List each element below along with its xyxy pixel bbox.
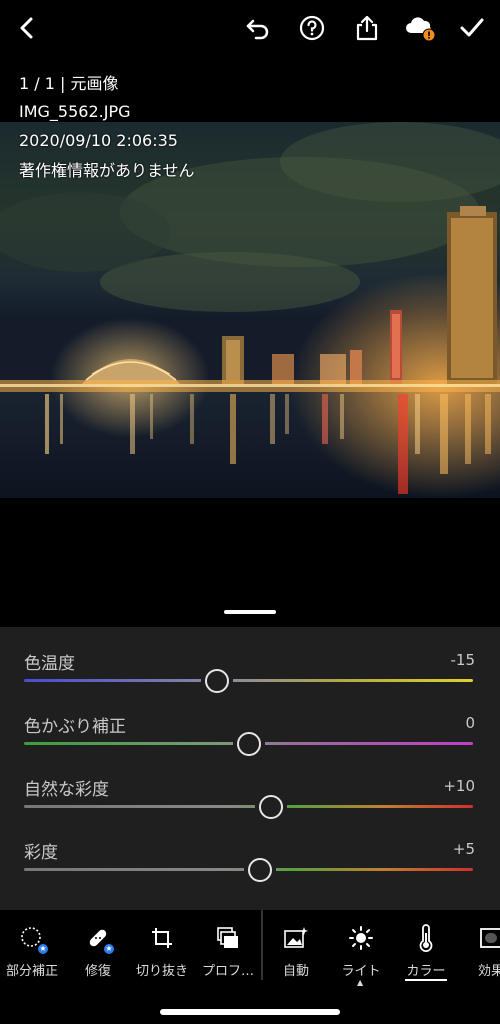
tool-label: 効果	[477, 964, 500, 979]
done-button[interactable]	[454, 10, 490, 46]
tint-slider[interactable]: 色かぶり補正 0	[0, 712, 500, 772]
chevron-left-icon	[20, 17, 33, 39]
badge-icon: ★	[37, 943, 49, 955]
slider-label: 色温度	[24, 654, 75, 674]
cloud-sync-button[interactable]	[402, 10, 438, 46]
saturation-slider[interactable]: 彩度 +5	[0, 838, 500, 898]
profiles-icon	[214, 924, 242, 952]
slider-track[interactable]	[24, 805, 473, 808]
undo-icon	[246, 19, 269, 40]
slider-label: 彩度	[24, 843, 58, 863]
tool-auto[interactable]: 自動	[261, 910, 331, 990]
slider-track[interactable]	[24, 679, 473, 682]
tool-selective-edit[interactable]: ★ 部分補正	[0, 910, 67, 990]
slider-value: +5	[452, 840, 475, 858]
photo-filename: IMG_5562.JPG	[19, 102, 131, 121]
tool-label: 修復	[84, 964, 111, 979]
cloud-sync-warning-icon	[406, 17, 436, 42]
crop-icon	[148, 924, 176, 952]
auto-image-icon	[282, 924, 310, 952]
effects-icon	[477, 924, 500, 952]
tool-label: 部分補正	[5, 964, 58, 979]
panel-drag-handle[interactable]	[224, 610, 276, 614]
slider-thumb[interactable]	[258, 795, 283, 819]
tool-crop[interactable]: 切り抜き	[127, 910, 197, 990]
tool-label: カラー	[406, 964, 446, 979]
vibrance-slider[interactable]: 自然な彩度 +10	[0, 775, 500, 835]
thermometer-icon	[412, 924, 440, 952]
home-indicator[interactable]	[160, 1009, 340, 1015]
selective-edit-icon: ★	[18, 924, 49, 955]
undo-button[interactable]	[240, 10, 276, 46]
slider-value: +10	[443, 777, 475, 795]
temperature-slider[interactable]: 色温度 -15	[0, 649, 500, 709]
copyright-info: 著作権情報がありません	[19, 161, 195, 180]
badge-icon: ★	[103, 943, 115, 955]
top-bar	[0, 0, 500, 56]
slider-thumb[interactable]	[236, 732, 261, 756]
share-button[interactable]	[349, 10, 385, 46]
color-adjust-panel: 色温度 -15 色かぶり補正 0 自然な彩度 +10 彩度 +5	[0, 627, 500, 910]
healing-bandage-icon: ★	[84, 924, 115, 955]
tool-label: 切り抜き	[135, 964, 188, 979]
tool-label: ライト	[341, 964, 381, 979]
active-tool-indicator	[405, 979, 447, 981]
light-submenu-caret-icon: ▲	[357, 978, 364, 987]
tool-label: 自動	[282, 964, 309, 979]
slider-value: 0	[465, 714, 475, 732]
help-button[interactable]	[294, 10, 330, 46]
tool-profiles[interactable]: プロフ…	[193, 910, 263, 990]
photo-datetime: 2020/09/10 2:06:35	[19, 131, 178, 150]
slider-label: 色かぶり補正	[24, 717, 126, 737]
tool-label: プロフ…	[201, 964, 254, 979]
tool-healing[interactable]: ★ 修復	[63, 910, 133, 990]
slider-thumb[interactable]	[205, 669, 230, 693]
back-button[interactable]	[9, 10, 45, 46]
tool-color[interactable]: カラー	[391, 910, 461, 990]
slider-value: -15	[450, 651, 476, 669]
sun-icon	[347, 924, 375, 952]
help-icon	[299, 15, 325, 41]
share-icon	[356, 15, 378, 41]
slider-label: 自然な彩度	[24, 780, 109, 800]
edit-toolbar: ★ 部分補正 ★ 修復 切り抜き プロフ… 自動 ライト カラー 効果	[0, 910, 500, 1024]
photo-position-label: 1 / 1 | 元画像	[19, 74, 119, 93]
slider-thumb[interactable]	[247, 858, 272, 882]
tool-effects[interactable]: 効果	[456, 910, 500, 990]
checkmark-icon	[460, 18, 484, 37]
